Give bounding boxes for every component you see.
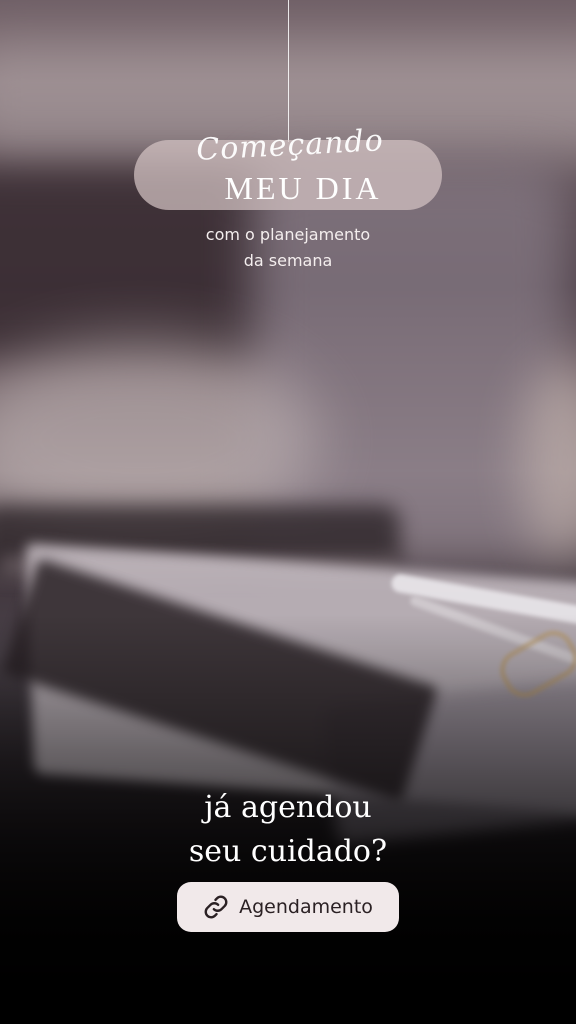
subtitle: com o planejamento da semana xyxy=(150,222,426,274)
subtitle-line-2: da semana xyxy=(243,251,333,270)
link-button-label: Agendamento xyxy=(239,896,373,918)
link-sticker-button[interactable]: Agendamento xyxy=(177,882,399,932)
link-icon xyxy=(204,895,228,919)
title-main: MEU DIA xyxy=(224,170,382,206)
hanging-line xyxy=(288,0,289,142)
question-line-1: já agendou xyxy=(204,790,372,825)
subtitle-line-1: com o planejamento xyxy=(205,225,371,244)
question-text: já agendou seu cuidado? xyxy=(100,786,476,874)
question-line-2: seu cuidado? xyxy=(188,834,388,869)
story-canvas: Começando MEU DIA com o planejamento da … xyxy=(0,0,576,1024)
